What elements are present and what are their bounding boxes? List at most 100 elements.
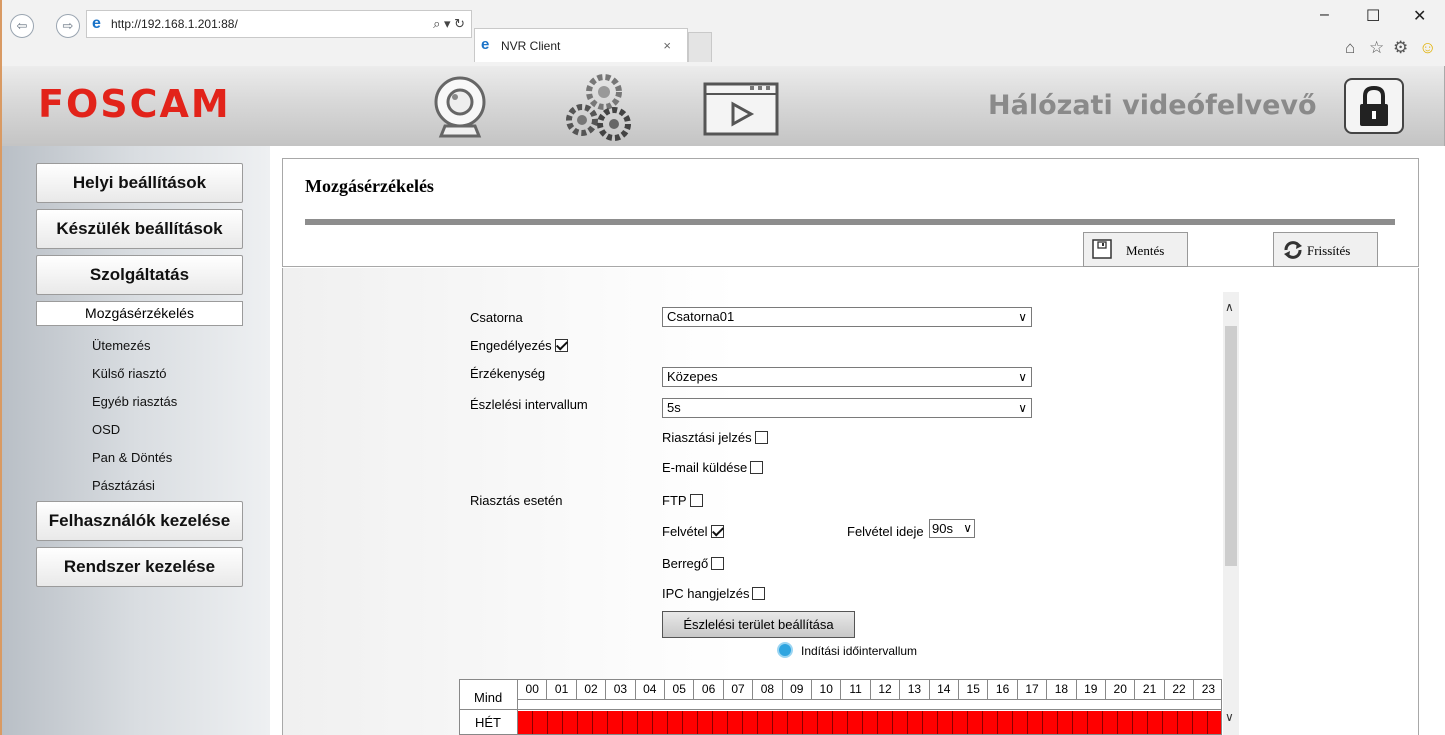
app-title: Hálózati videófelvevő [988, 90, 1317, 121]
tab-title: NVR Client [501, 39, 561, 53]
record-time-select[interactable]: 90s ∨ [929, 519, 975, 538]
new-tab-button[interactable] [688, 32, 712, 62]
live-camera-icon[interactable] [427, 74, 497, 140]
schedule-hour-header[interactable]: 03 [606, 680, 636, 700]
email-text: E-mail küldése [662, 460, 748, 475]
schedule-hour-header[interactable]: 15 [959, 680, 989, 700]
schedule-hour-header[interactable]: 07 [723, 680, 754, 700]
start-interval-text: Indítási időintervallum [801, 644, 918, 658]
forward-arrow-icon[interactable]: ⇨ [56, 14, 80, 38]
sidebar-item-device-settings[interactable]: Készülék beállítások [36, 209, 243, 249]
schedule-hour-header[interactable]: 13 [900, 680, 930, 700]
schedule-hour-header[interactable]: 01 [547, 680, 577, 700]
schedule-hour-header[interactable]: 18 [1047, 680, 1077, 700]
enable-checkbox[interactable] [554, 339, 568, 352]
page-title: Mozgásérzékelés [305, 176, 434, 196]
chevron-down-icon: ∨ [1018, 401, 1027, 415]
channel-select[interactable]: Csatorna01 ∨ [662, 307, 1032, 327]
browser-chrome: ⇦ ⇨ e http://192.168.1.201:88/ ⌕ ▾ ↻ e N… [0, 0, 1445, 66]
refresh-label: Frissítés [1307, 243, 1351, 258]
schedule-hour-header[interactable]: 02 [576, 680, 607, 700]
search-refresh-icon[interactable]: ⌕ ▾ ↻ [433, 16, 465, 32]
settings-gears-icon[interactable] [564, 74, 640, 144]
start-interval-link[interactable]: Indítási időintervallum [777, 642, 917, 658]
minimize-icon[interactable]: – [1320, 6, 1329, 24]
schedule-hour-header[interactable]: 06 [694, 680, 724, 700]
address-url[interactable]: http://192.168.1.201:88/ [111, 17, 238, 31]
schedule-hour-header[interactable]: 09 [782, 680, 812, 700]
back-arrow-icon[interactable]: ⇦ [10, 14, 34, 38]
schedule-grid[interactable]: Mind HÉT 00 01 02 03 04 05 06 07 08 09 10 11 12 13 14 1… [459, 679, 1222, 735]
schedule-hour-header[interactable]: 05 [665, 680, 695, 700]
on-alarm-label: Riasztás esetén [470, 493, 563, 508]
ipc-sound-text: IPC hangjelzés [662, 586, 750, 601]
schedule-hour-header[interactable]: 23 [1194, 680, 1221, 700]
sidebar-nav: Helyi beállítások Készülék beállítások S… [0, 146, 270, 735]
schedule-hour-header[interactable]: 16 [988, 680, 1018, 700]
sidebar-subitem-schedule[interactable]: Ütemezés [92, 338, 151, 353]
schedule-hour-header[interactable]: 19 [1076, 680, 1106, 700]
schedule-all-cell[interactable]: Mind [460, 680, 518, 710]
form-scrollbar[interactable]: ∧ ∨ [1223, 292, 1239, 735]
sidebar-subitem-external-alarm[interactable]: Külső riasztó [92, 366, 166, 381]
ftp-checkbox[interactable] [689, 494, 703, 507]
scroll-up-icon[interactable]: ∧ [1225, 300, 1234, 314]
address-bar[interactable]: e http://192.168.1.201:88/ ⌕ ▾ ↻ [86, 10, 472, 38]
schedule-hour-header[interactable]: 04 [635, 680, 665, 700]
schedule-hour-header[interactable]: 17 [1017, 680, 1048, 700]
detection-area-button[interactable]: Észlelési terület beállítása [662, 611, 855, 638]
save-button[interactable]: Mentés [1083, 232, 1188, 267]
schedule-hour-header[interactable]: 14 [929, 680, 959, 700]
sidebar-item-system-management[interactable]: Rendszer kezelése [36, 547, 243, 587]
window-close-icon[interactable]: ✕ [1413, 6, 1426, 26]
record-checkbox[interactable] [710, 525, 724, 538]
interval-select[interactable]: 5s ∨ [662, 398, 1032, 418]
tab-close-icon[interactable]: × [663, 38, 671, 53]
tab-nvr-client[interactable]: e NVR Client × [474, 28, 688, 62]
sidebar-item-services[interactable]: Szolgáltatás [36, 255, 243, 295]
scroll-down-icon[interactable]: ∨ [1225, 710, 1234, 724]
email-checkbox[interactable] [750, 461, 764, 474]
schedule-active-slots[interactable] [518, 711, 1221, 734]
floppy-save-icon [1092, 239, 1112, 259]
sidebar-item-user-management[interactable]: Felhasználók kezelése [36, 501, 243, 541]
ftp-text: FTP [662, 493, 687, 508]
schedule-hour-header[interactable]: 08 [753, 680, 783, 700]
logout-button[interactable] [1344, 78, 1404, 134]
email-option: E-mail küldése [662, 460, 764, 475]
settings-gear-icon[interactable]: ⚙ [1393, 38, 1408, 58]
schedule-hour-header[interactable]: 21 [1135, 680, 1165, 700]
schedule-hour-header[interactable]: 00 [518, 680, 548, 700]
schedule-hour-header[interactable]: 20 [1106, 680, 1136, 700]
sidebar-subitem-patrol[interactable]: Pásztázási [92, 478, 155, 493]
chevron-down-icon: ∨ [1018, 370, 1027, 384]
ftp-option: FTP [662, 493, 703, 508]
chevron-down-icon: ∨ [1018, 310, 1027, 324]
schedule-hour-header[interactable]: 12 [870, 680, 901, 700]
schedule-day-cell[interactable]: HÉT [460, 710, 518, 734]
sidebar-subitem-motion-detection[interactable]: Mozgásérzékelés [36, 301, 243, 326]
playback-video-icon[interactable] [702, 76, 780, 136]
maximize-icon[interactable]: ☐ [1366, 6, 1380, 26]
record-text: Felvétel [662, 524, 708, 539]
clock-icon [777, 642, 793, 658]
ipc-sound-checkbox[interactable] [752, 587, 766, 600]
sidebar-subitem-pan-tilt[interactable]: Pan & Döntés [92, 450, 172, 465]
refresh-button[interactable]: Frissítés [1273, 232, 1378, 267]
home-icon[interactable]: ⌂ [1345, 38, 1355, 58]
enable-text: Engedélyezés [470, 338, 552, 353]
smiley-feedback-icon[interactable]: ☺ [1419, 38, 1436, 58]
favorites-star-icon[interactable]: ☆ [1369, 38, 1384, 58]
schedule-hour-header[interactable]: 10 [812, 680, 842, 700]
schedule-hour-header[interactable]: 22 [1164, 680, 1195, 700]
sidebar-subitem-osd[interactable]: OSD [92, 422, 120, 437]
schedule-hour-header[interactable]: 11 [841, 680, 871, 700]
alarm-signal-checkbox[interactable] [754, 431, 768, 444]
sensitivity-select[interactable]: Közepes ∨ [662, 367, 1032, 387]
page-header-panel: Mozgásérzékelés Mentés Frissítés [282, 158, 1419, 267]
sidebar-item-local-settings[interactable]: Helyi beállítások [36, 163, 243, 203]
buzzer-checkbox[interactable] [711, 557, 725, 570]
scrollbar-thumb[interactable] [1225, 326, 1237, 566]
schedule-tick-row [518, 700, 1221, 710]
sidebar-subitem-other-alarm[interactable]: Egyéb riasztás [92, 394, 177, 409]
